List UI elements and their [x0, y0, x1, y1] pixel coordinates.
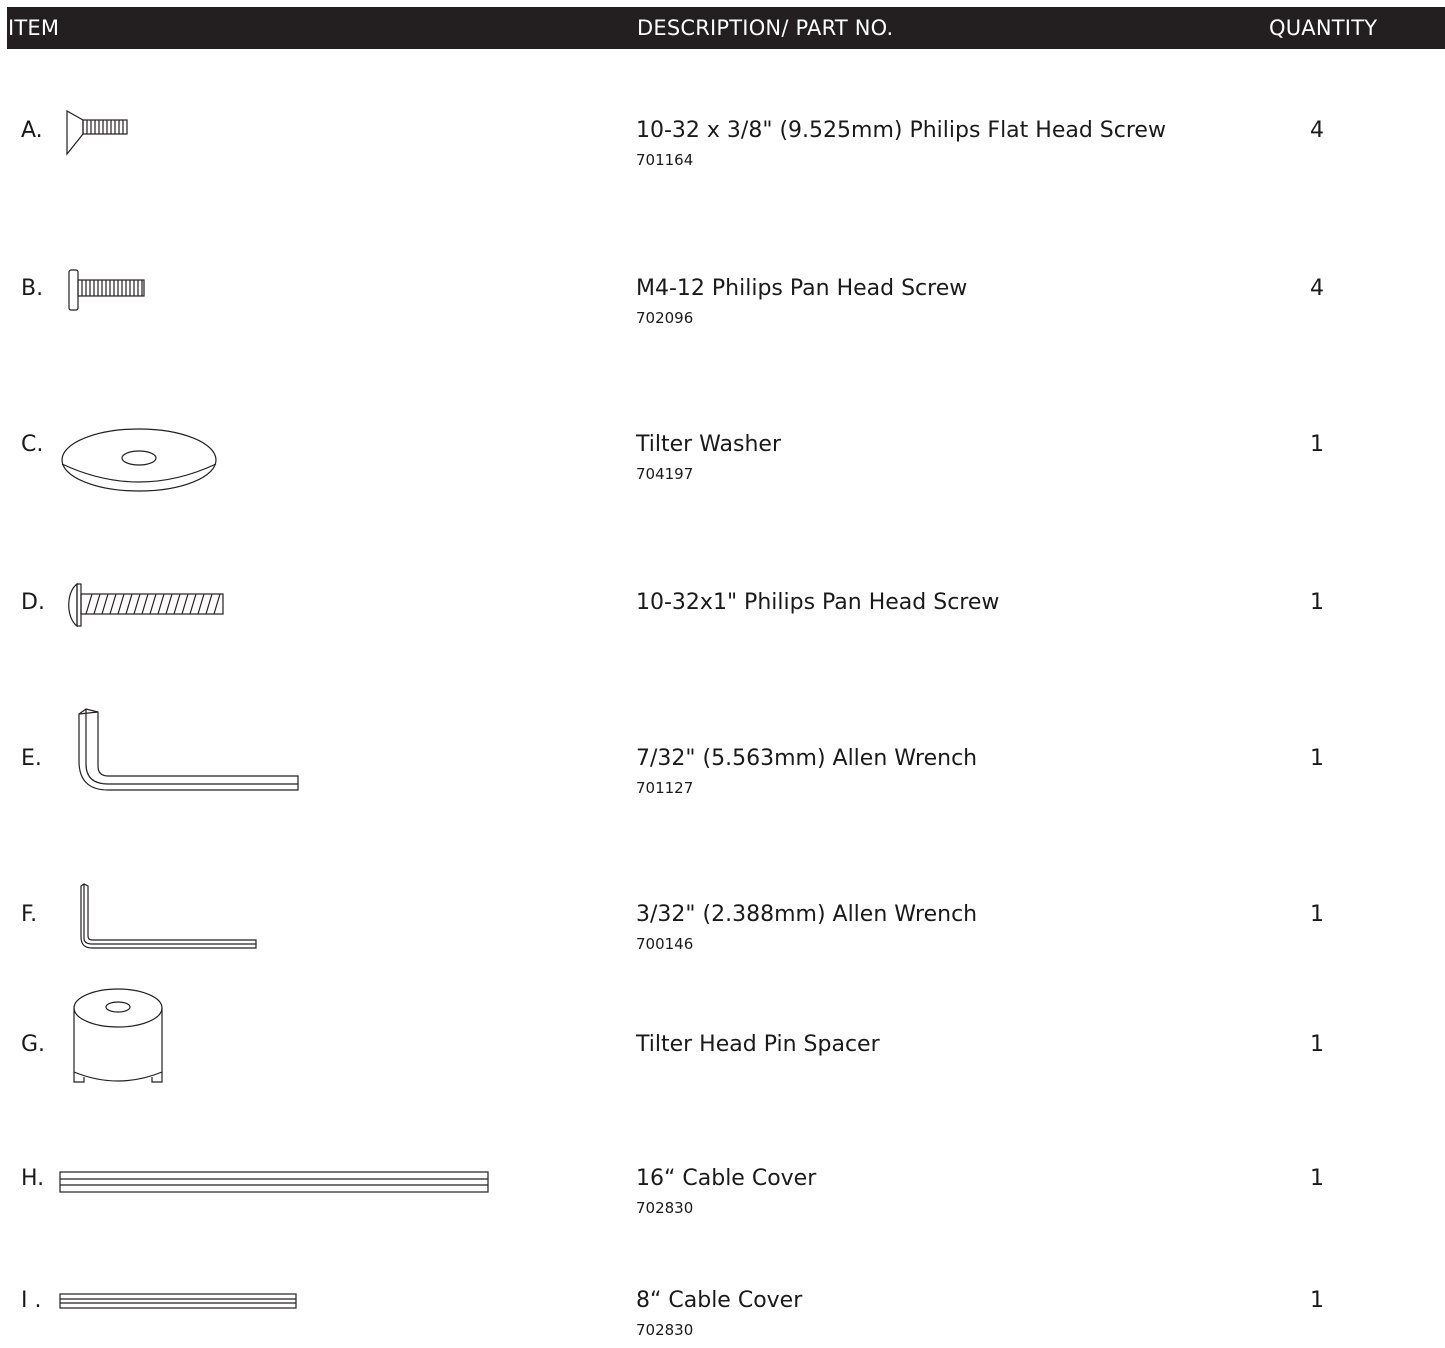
pin-spacer-icon: [73, 988, 163, 1083]
part-number: 702830: [636, 1321, 694, 1339]
short-cable-cover-icon: [59, 1293, 297, 1309]
part-description: 16“ Cable Cover: [636, 1166, 817, 1191]
part-row-a: A. 10-32 x 3/8" (9.525mm) Philips Flat H…: [0, 118, 1445, 178]
part-number: 700146: [636, 935, 694, 953]
item-letter: C.: [21, 432, 44, 457]
item-letter: I .: [21, 1288, 42, 1313]
part-quantity: 1: [1310, 746, 1324, 771]
part-number: 702096: [636, 309, 694, 327]
part-description: 10-32 x 3/8" (9.525mm) Philips Flat Head…: [636, 118, 1166, 143]
item-letter: H.: [21, 1166, 45, 1191]
item-letter: D.: [21, 590, 45, 615]
item-letter: G.: [21, 1032, 46, 1057]
part-description: 3/32" (2.388mm) Allen Wrench: [636, 902, 978, 927]
part-description: Tilter Washer: [636, 432, 781, 457]
part-description: 7/32" (5.563mm) Allen Wrench: [636, 746, 978, 771]
part-number: 701127: [636, 779, 694, 797]
long-pan-head-screw-icon: [68, 582, 224, 628]
small-allen-wrench-icon: [80, 883, 257, 949]
flat-head-screw-icon: [66, 109, 128, 156]
item-letter: F.: [21, 902, 38, 927]
large-allen-wrench-icon: [78, 708, 299, 791]
part-description: M4-12 Philips Pan Head Screw: [636, 276, 968, 301]
part-quantity: 4: [1310, 118, 1324, 143]
part-number: 701164: [636, 151, 694, 169]
table-header: ITEM DESCRIPTION/ PART NO. QUANTITY: [7, 7, 1445, 49]
part-number: 702830: [636, 1199, 694, 1217]
part-quantity: 1: [1310, 432, 1324, 457]
part-description: Tilter Head Pin Spacer: [636, 1032, 880, 1057]
part-quantity: 1: [1310, 590, 1324, 615]
washer-icon: [61, 428, 217, 492]
part-row-b: B. M4-12 Philips Pan Head Screw 702096 4: [0, 276, 1445, 336]
part-quantity: 1: [1310, 902, 1324, 927]
header-description: DESCRIPTION/ PART NO.: [637, 16, 894, 40]
header-quantity: QUANTITY: [1269, 16, 1378, 40]
part-description: 8“ Cable Cover: [636, 1288, 803, 1313]
item-letter: A.: [21, 118, 43, 143]
header-item: ITEM: [8, 16, 60, 40]
long-cable-cover-icon: [59, 1171, 489, 1193]
part-quantity: 1: [1310, 1032, 1324, 1057]
part-quantity: 1: [1310, 1166, 1324, 1191]
part-number: 704197: [636, 465, 694, 483]
part-row-g: G. Tilter Head Pin Spacer 1: [0, 1032, 1445, 1092]
part-description: 10-32x1" Philips Pan Head Screw: [636, 590, 1000, 615]
item-letter: E.: [21, 746, 42, 771]
item-letter: B.: [21, 276, 44, 301]
part-quantity: 1: [1310, 1288, 1324, 1313]
pan-head-screw-icon: [68, 269, 145, 311]
part-quantity: 4: [1310, 276, 1324, 301]
